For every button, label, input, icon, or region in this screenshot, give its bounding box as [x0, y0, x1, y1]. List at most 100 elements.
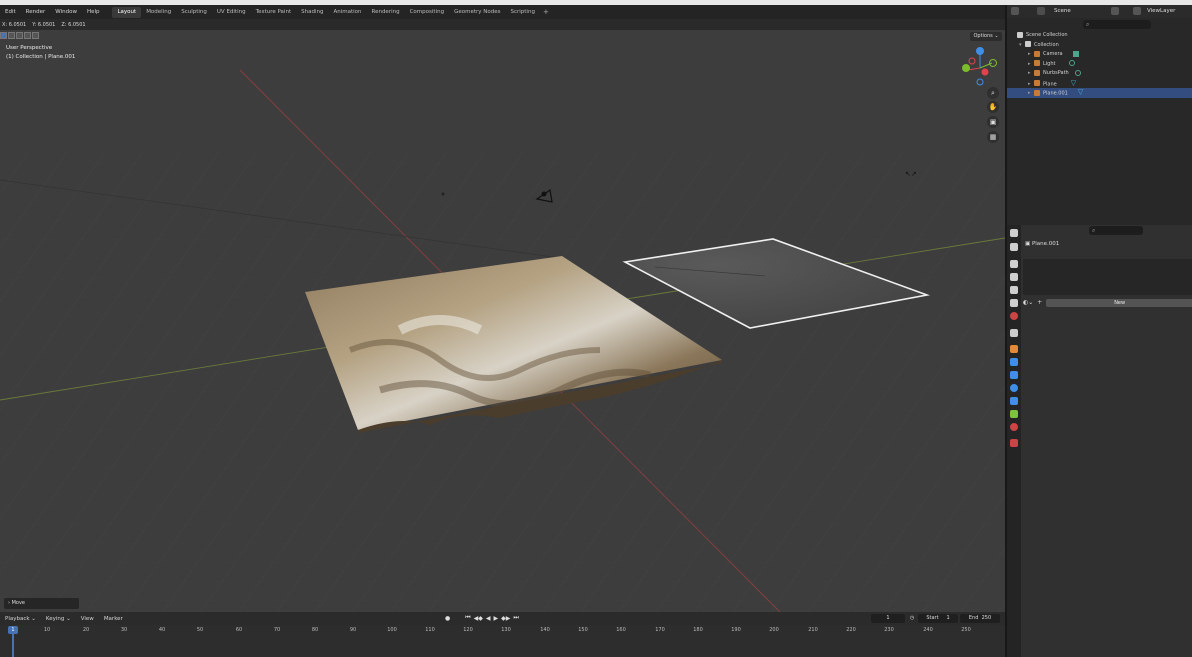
particles-tab-icon[interactable] — [1010, 371, 1018, 379]
tab-uv-editing[interactable]: UV Editing — [212, 5, 251, 19]
frame-tick: 80 — [311, 627, 319, 633]
menu-edit[interactable]: Edit — [0, 5, 21, 19]
frame-ruler[interactable]: 10 20 30 40 50 60 70 80 90 100 110 120 1… — [0, 625, 1005, 657]
new-material-button[interactable]: New — [1046, 298, 1192, 307]
outliner-row-light[interactable]: ▸ Light — [1007, 60, 1192, 70]
zoom-icon[interactable]: ⌕ — [987, 87, 999, 99]
tab-compositing[interactable]: Compositing — [405, 5, 449, 19]
collection-tab-icon[interactable] — [1010, 329, 1018, 337]
playback-controls: ● ⏮ ◀◆ ◀ ▶ ◆▶ ⏭ — [445, 614, 522, 622]
select-mode-extend-icon[interactable] — [8, 32, 15, 39]
outliner-row-camera[interactable]: ▸ Camera — [1007, 50, 1192, 60]
menu-window[interactable]: Window — [50, 5, 82, 19]
properties-tab-bar — [1007, 225, 1021, 657]
perspective-toggle-icon[interactable]: ▦ — [987, 131, 999, 143]
outliner-row-scene-collection[interactable]: Scene Collection — [1007, 31, 1192, 41]
editor-type-icon[interactable] — [1010, 229, 1018, 237]
tab-layout[interactable]: Layout — [112, 6, 142, 18]
add-material-slot-button[interactable]: + — [1037, 299, 1042, 306]
outliner-row-plane-001[interactable]: ▸ Plane.001 ▽ — [1007, 88, 1192, 98]
timeline-keying-menu[interactable]: Keying ⌄ — [41, 616, 76, 622]
frame-tick: 30 — [120, 627, 128, 633]
select-mode-intersect-icon[interactable] — [32, 32, 39, 39]
record-icon[interactable]: ● — [445, 615, 450, 622]
light-data-icon[interactable] — [1069, 60, 1076, 66]
constraints-tab-icon[interactable] — [1010, 397, 1018, 405]
new-scene-icon[interactable] — [1111, 7, 1119, 15]
material-browse-icon[interactable]: ◐⌄ — [1023, 299, 1033, 306]
frame-tick: 200 — [769, 627, 779, 633]
mesh-data-icon[interactable]: ▽ — [1071, 79, 1076, 89]
output-tab-icon[interactable] — [1010, 273, 1018, 281]
timeline-editor: Playback ⌄ Keying ⌄ View Marker ● ⏮ ◀◆ ◀… — [0, 612, 1005, 657]
move-operator-panel[interactable]: › Move — [4, 598, 79, 609]
playhead-frame-label[interactable]: 1 — [8, 626, 18, 634]
clock-icon[interactable]: ◷ — [908, 614, 916, 623]
data-tab-icon[interactable] — [1010, 410, 1018, 418]
texture-tab-icon[interactable] — [1010, 439, 1018, 447]
jump-end-icon[interactable]: ⏭ — [513, 614, 518, 622]
frame-tick: 160 — [616, 627, 626, 633]
material-slot-list[interactable] — [1023, 259, 1192, 295]
camera-data-icon[interactable] — [1072, 50, 1079, 57]
frame-tick: 210 — [808, 627, 818, 633]
add-workspace-button[interactable]: + — [540, 8, 552, 16]
viewlayer-icon[interactable] — [1133, 7, 1141, 15]
select-mode-invert-icon[interactable] — [24, 32, 31, 39]
render-tab-icon[interactable] — [1010, 260, 1018, 268]
select-mode-subtract-icon[interactable] — [16, 32, 23, 39]
editor-type-icon[interactable] — [1011, 7, 1019, 15]
end-frame-field[interactable]: End 250 — [960, 614, 1000, 623]
tab-texture-paint[interactable]: Texture Paint — [251, 5, 297, 19]
timeline-marker-menu[interactable]: Marker — [99, 616, 128, 622]
menu-help[interactable]: Help — [82, 5, 105, 19]
view-layer-tab-icon[interactable] — [1010, 286, 1018, 294]
outliner-search-input[interactable]: ⌕ — [1083, 20, 1151, 29]
play-icon[interactable]: ▶ — [494, 615, 499, 622]
frame-tick: 40 — [158, 627, 166, 633]
viewlayer-selector[interactable]: ViewLayer — [1147, 8, 1175, 14]
tab-scripting[interactable]: Scripting — [505, 5, 539, 19]
properties-panel: ⌕ ▣ Plane.001 ◐⌄ + New — [1005, 225, 1192, 657]
scene-selector[interactable]: Scene — [1054, 8, 1071, 14]
select-mode-new-icon[interactable] — [0, 32, 7, 39]
current-frame-field[interactable]: 1 — [871, 614, 905, 623]
scene-tab-icon[interactable] — [1010, 299, 1018, 307]
tab-animation[interactable]: Animation — [328, 5, 366, 19]
frame-tick: 20 — [82, 627, 90, 633]
tab-sculpting[interactable]: Sculpting — [176, 5, 212, 19]
options-dropdown[interactable]: Options ⌄ — [970, 32, 1002, 41]
material-tab-icon[interactable] — [1010, 423, 1018, 431]
prev-keyframe-icon[interactable]: ◀◆ — [474, 615, 483, 622]
physics-tab-icon[interactable] — [1010, 384, 1018, 392]
play-reverse-icon[interactable]: ◀ — [486, 615, 491, 622]
outliner-row-plane[interactable]: ▸ Plane ▽ — [1007, 79, 1192, 89]
camera-view-icon[interactable]: ▣ — [987, 116, 999, 128]
tab-modeling[interactable]: Modeling — [141, 5, 176, 19]
mesh-data-icon[interactable]: ▽ — [1078, 88, 1083, 98]
jump-start-icon[interactable]: ⏮ — [465, 614, 470, 622]
timeline-view-menu[interactable]: View — [76, 616, 99, 622]
start-frame-field[interactable]: Start 1 — [918, 614, 958, 623]
tool-tab-icon[interactable] — [1010, 243, 1018, 251]
light-object-icon — [1034, 60, 1040, 66]
timeline-playback-menu[interactable]: Playback ⌄ — [0, 616, 41, 622]
object-tab-icon[interactable] — [1010, 345, 1018, 353]
menu-render[interactable]: Render — [21, 5, 51, 19]
outliner-row-nurbspath[interactable]: ▸ NurbsPath — [1007, 69, 1192, 79]
scene-icon[interactable] — [1037, 7, 1045, 15]
tab-rendering[interactable]: Rendering — [367, 5, 405, 19]
playhead-line[interactable] — [12, 634, 14, 657]
modifier-tab-icon[interactable] — [1010, 358, 1018, 366]
tab-geometry-nodes[interactable]: Geometry Nodes — [449, 5, 505, 19]
tab-shading[interactable]: Shading — [296, 5, 328, 19]
pan-hand-icon[interactable]: ✋ — [987, 101, 999, 113]
outliner-row-label: Plane — [1043, 80, 1057, 87]
properties-search-input[interactable]: ⌕ — [1089, 226, 1143, 235]
next-keyframe-icon[interactable]: ◆▶ — [501, 615, 510, 622]
outliner-row-collection[interactable]: ▾ Collection — [1007, 41, 1192, 51]
mesh-object-icon: ▣ — [1025, 241, 1032, 247]
3d-viewport[interactable]: ↖↗ User Perspective (1) Collection | Pla… — [0, 30, 1005, 612]
curve-data-icon[interactable] — [1074, 69, 1081, 76]
world-tab-icon[interactable] — [1010, 312, 1018, 320]
